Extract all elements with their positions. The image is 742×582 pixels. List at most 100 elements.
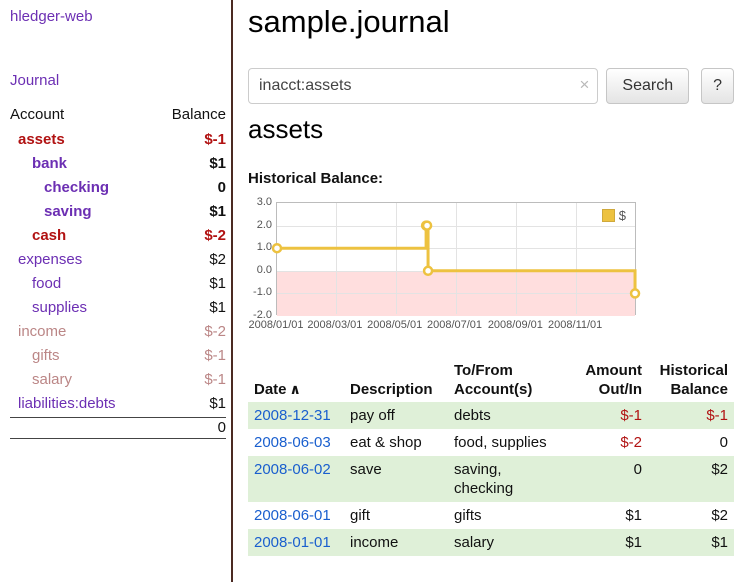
main-content: sample.journal × Search ? assets Histori…: [248, 0, 742, 582]
register-section: Date∧ Description To/From Account(s) Amo…: [248, 358, 734, 556]
account-link-assets[interactable]: assets: [10, 131, 65, 148]
register-row: 2008-06-02 save saving, checking 0 $2: [248, 456, 734, 502]
balance-column-header: Historical Balance: [648, 358, 734, 402]
account-link-expenses[interactable]: expenses: [10, 251, 82, 268]
accounts-cell: gifts: [448, 502, 566, 529]
balance-cell: $2: [648, 456, 734, 502]
legend-label: $: [619, 208, 626, 223]
account-link-food[interactable]: food: [10, 275, 61, 292]
account-row-food: food $1: [10, 271, 226, 295]
x-axis-labels: 2008/01/012008/03/012008/05/012008/07/01…: [248, 319, 734, 334]
search-button[interactable]: Search: [606, 68, 689, 104]
amount-cell: 0: [566, 456, 648, 502]
accounts-cell: food, supplies: [448, 429, 566, 456]
account-balance: $2: [209, 251, 226, 268]
amount-cell: $1: [566, 502, 648, 529]
accounts-table: Account Balance assets $-1 bank $1 check…: [10, 101, 226, 439]
account-balance: $-2: [204, 227, 226, 244]
amount-cell: $-1: [566, 402, 648, 429]
accounts-cell: saving, checking: [448, 456, 566, 502]
balance-cell: $-1: [648, 402, 734, 429]
legend-swatch-icon: [602, 209, 615, 222]
account-link-supplies[interactable]: supplies: [10, 299, 87, 316]
account-balance: $-2: [204, 323, 226, 340]
search-bar: × Search ?: [248, 68, 734, 104]
sidebar: hledger-web Journal Account Balance asse…: [0, 0, 233, 582]
balance-cell: 0: [648, 429, 734, 456]
amount-column-header: Amount Out/In: [566, 358, 648, 402]
date-header-label: Date: [254, 381, 287, 398]
date-link[interactable]: 2008-06-03: [254, 434, 331, 451]
chart-title: Historical Balance:: [248, 170, 383, 187]
search-input[interactable]: [248, 68, 598, 104]
description-cell: save: [344, 456, 448, 502]
date-link[interactable]: 2008-06-02: [254, 461, 331, 478]
description-column-header: Description: [344, 358, 448, 402]
description-cell: eat & shop: [344, 429, 448, 456]
sidebar-item-journal[interactable]: Journal: [10, 72, 59, 89]
account-row-income: income $-2: [10, 319, 226, 343]
description-cell: pay off: [344, 402, 448, 429]
page-title: sample.journal: [248, 4, 450, 40]
account-link-cash[interactable]: cash: [10, 227, 66, 244]
date-column-header[interactable]: Date∧: [248, 358, 344, 402]
chart-legend: $: [599, 207, 629, 224]
register-row: 2008-06-01 gift gifts $1 $2: [248, 502, 734, 529]
account-row-cash: cash $-2: [10, 223, 226, 247]
date-link[interactable]: 2008-06-01: [254, 507, 331, 524]
account-row-supplies: supplies $1: [10, 295, 226, 319]
accounts-table-header: Account Balance: [10, 101, 226, 127]
sort-ascending-icon: ∧: [290, 381, 301, 397]
account-link-checking[interactable]: checking: [10, 179, 109, 196]
account-heading: assets: [248, 114, 323, 145]
amount-cell: $1: [566, 529, 648, 556]
amount-cell: $-2: [566, 429, 648, 456]
chart-plot-area: $: [276, 202, 636, 315]
account-balance: 0: [218, 179, 226, 196]
accounts-cell: debts: [448, 402, 566, 429]
accounts-cell: salary: [448, 529, 566, 556]
account-balance: $-1: [204, 347, 226, 364]
register-table: Date∧ Description To/From Account(s) Amo…: [248, 358, 734, 556]
account-link-saving[interactable]: saving: [10, 203, 92, 220]
clear-search-icon[interactable]: ×: [579, 75, 589, 95]
account-balance: $1: [209, 155, 226, 172]
account-column-header: Account: [10, 106, 64, 123]
chart-series-svg: [277, 203, 637, 316]
account-row-saving: saving $1: [10, 199, 226, 223]
register-header-row: Date∧ Description To/From Account(s) Amo…: [248, 358, 734, 402]
account-row-expenses: expenses $2: [10, 247, 226, 271]
register-row: 2008-01-01 income salary $1 $1: [248, 529, 734, 556]
account-row-assets: assets $-1: [10, 127, 226, 151]
description-cell: income: [344, 529, 448, 556]
account-row-checking: checking 0: [10, 175, 226, 199]
account-row-liabilities-debts: liabilities:debts $1: [10, 391, 226, 415]
historical-balance-chart: 3.02.01.00.0-1.0-2.0 $ 2008/01/012008/03…: [248, 202, 734, 336]
account-balance: $1: [209, 275, 226, 292]
register-row: 2008-06-03 eat & shop food, supplies $-2…: [248, 429, 734, 456]
date-link[interactable]: 2008-12-31: [254, 407, 331, 424]
account-link-bank[interactable]: bank: [10, 155, 67, 172]
y-axis-labels: 3.02.01.00.0-1.0-2.0: [248, 202, 272, 315]
accounts-total: 0: [10, 417, 226, 439]
account-row-gifts: gifts $-1: [10, 343, 226, 367]
balance-cell: $2: [648, 502, 734, 529]
balance-column-header: Balance: [172, 106, 226, 123]
account-balance: $-1: [204, 371, 226, 388]
description-cell: gift: [344, 502, 448, 529]
account-link-liabilities-debts[interactable]: liabilities:debts: [10, 395, 116, 412]
balance-cell: $1: [648, 529, 734, 556]
brand-link[interactable]: hledger-web: [10, 8, 93, 25]
account-balance: $-1: [204, 131, 226, 148]
accounts-column-header: To/From Account(s): [448, 358, 566, 402]
register-row: 2008-12-31 pay off debts $-1 $-1: [248, 402, 734, 429]
account-link-income[interactable]: income: [10, 323, 66, 340]
date-link[interactable]: 2008-01-01: [254, 534, 331, 551]
account-link-gifts[interactable]: gifts: [10, 347, 60, 364]
account-row-salary: salary $-1: [10, 367, 226, 391]
help-button[interactable]: ?: [701, 68, 734, 104]
account-link-salary[interactable]: salary: [10, 371, 72, 388]
account-row-bank: bank $1: [10, 151, 226, 175]
account-balance: $1: [209, 395, 226, 412]
account-balance: $1: [209, 299, 226, 316]
